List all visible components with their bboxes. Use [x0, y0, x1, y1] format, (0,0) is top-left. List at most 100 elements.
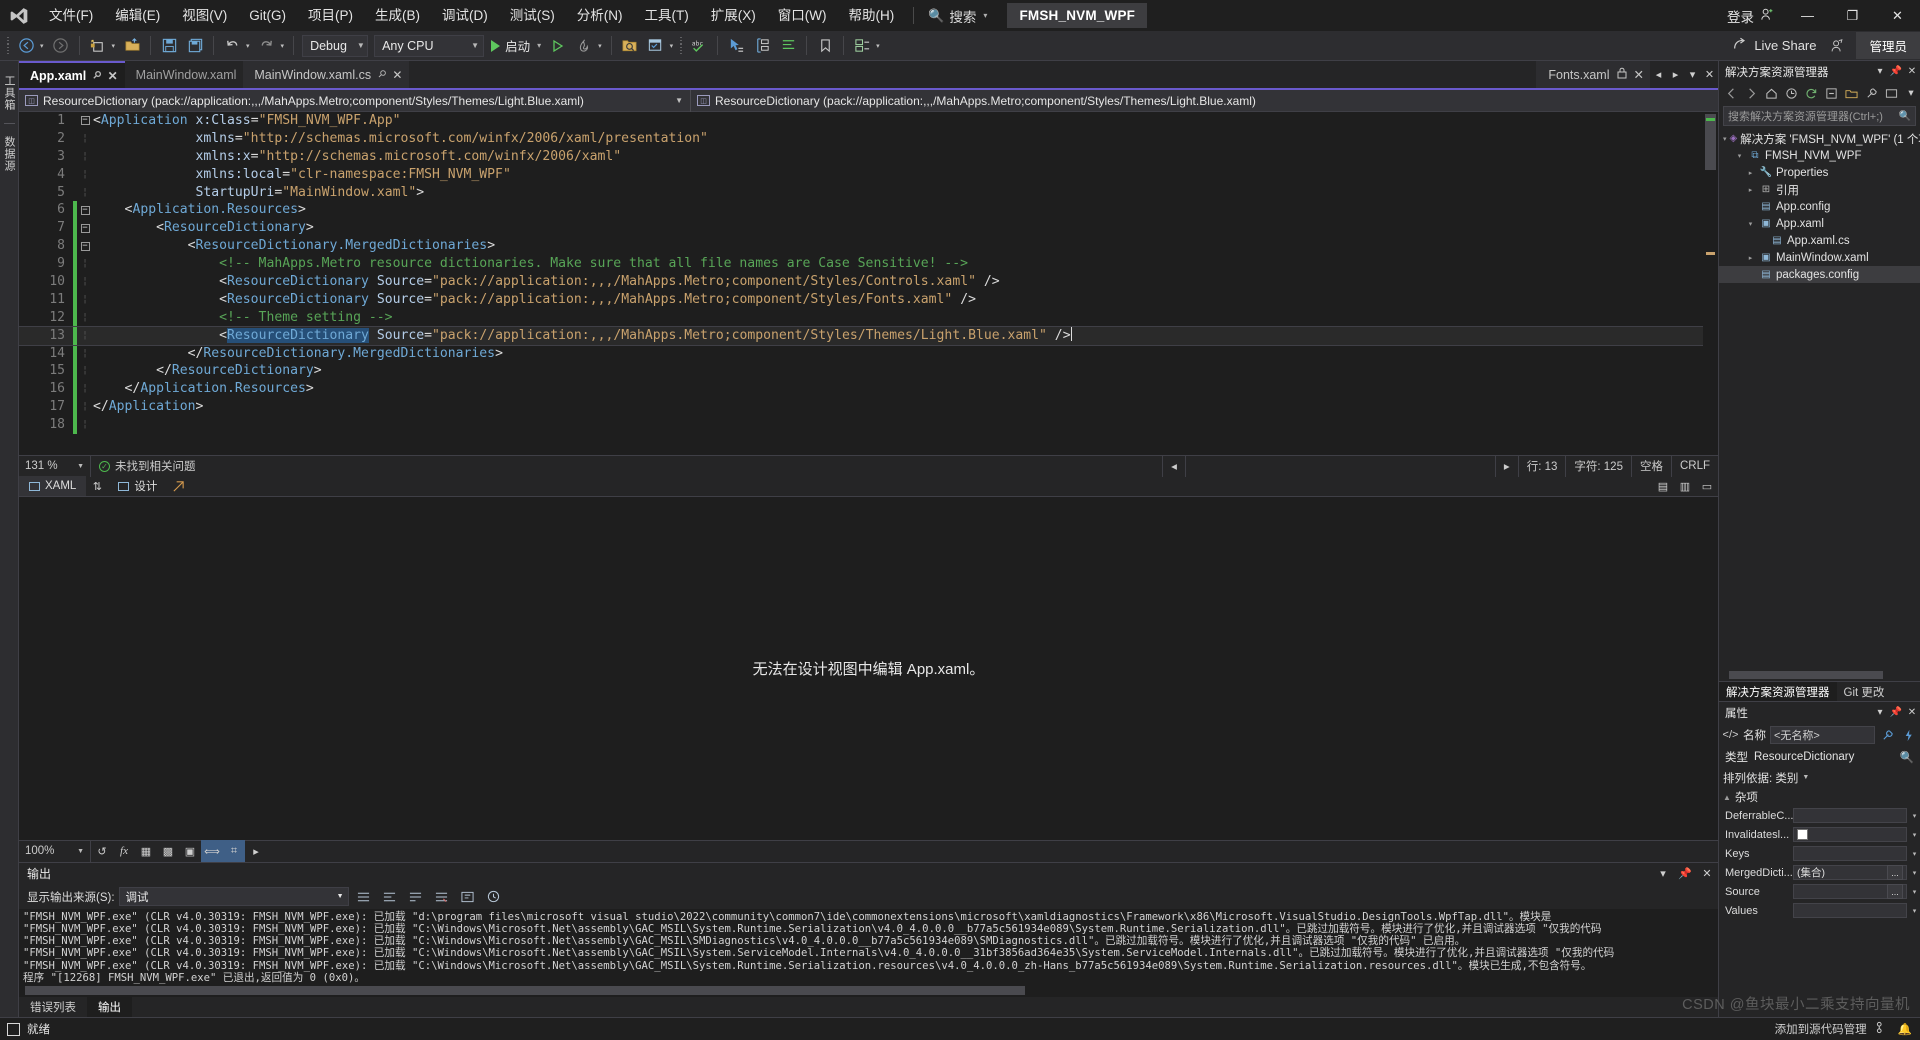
- property-row[interactable]: Keys ▾: [1719, 844, 1920, 863]
- property-dropdown-icon[interactable]: ▾: [1909, 907, 1920, 915]
- twisty-icon[interactable]: ▾: [1745, 220, 1756, 228]
- fold-toggle[interactable]: −: [77, 205, 93, 215]
- show-grid-button[interactable]: ▦: [135, 840, 157, 862]
- pin-icon[interactable]: ⚲: [90, 69, 103, 82]
- find-in-files-button[interactable]: [618, 34, 642, 58]
- output-text[interactable]: "FMSH_NVM_WPF.exe" (CLR v4.0.30319: FMSH…: [19, 908, 1718, 984]
- property-row[interactable]: Invalidatesl... ▾: [1719, 825, 1920, 844]
- next-issue-button[interactable]: ▸: [1494, 455, 1518, 478]
- tree-node-packages-config[interactable]: ▤ packages.config: [1719, 266, 1920, 283]
- output-horizontal-scrollbar[interactable]: [19, 984, 1718, 997]
- open-file-button[interactable]: [120, 34, 144, 58]
- editor-vertical-scrollbar[interactable]: [1703, 112, 1718, 455]
- property-dropdown-icon[interactable]: ▾: [1909, 888, 1920, 896]
- code-line[interactable]: 2 ¦ xmlns="http://schemas.microsoft.com/w…: [19, 130, 1718, 148]
- hot-reload-button[interactable]: [572, 34, 596, 58]
- code-line[interactable]: 5 ¦ StartupUri="MainWindow.xaml">: [19, 184, 1718, 202]
- code-editor[interactable]: 1− <Application x:Class="FMSH_NVM_WPF.App…: [19, 112, 1718, 455]
- output-list-button-2[interactable]: [379, 886, 401, 908]
- property-dropdown-icon[interactable]: ▾: [1909, 831, 1920, 839]
- navigate-backward-button[interactable]: [14, 34, 38, 58]
- menu-file[interactable]: 文件(F): [38, 0, 104, 31]
- start-without-debug-button[interactable]: [546, 34, 570, 58]
- code-line[interactable]: 18 ¦: [19, 416, 1718, 435]
- tab-xaml-view[interactable]: XAML: [19, 476, 87, 497]
- code-line[interactable]: 7 − <ResourceDictionary>: [19, 219, 1718, 238]
- line-ending-indicator[interactable]: CRLF: [1670, 455, 1718, 478]
- navigate-backward-dropdown[interactable]: ▾: [39, 34, 48, 58]
- designer-zoom-control[interactable]: 100% ▼: [19, 840, 91, 863]
- preview-selected-items-button[interactable]: [1882, 84, 1900, 102]
- fold-toggle[interactable]: −: [77, 223, 93, 233]
- properties-wrench-icon[interactable]: [1879, 726, 1896, 744]
- property-row[interactable]: Values ▾: [1719, 901, 1920, 920]
- tab-error-list[interactable]: 错误列表: [19, 997, 87, 1017]
- tab-app-xaml[interactable]: App.xaml ⚲ ✕: [19, 61, 125, 88]
- menu-view[interactable]: 视图(V): [171, 0, 238, 31]
- property-value[interactable]: [1793, 846, 1907, 861]
- back-button[interactable]: [1722, 84, 1740, 102]
- code-line[interactable]: 8 − <ResourceDictionary.MergedDictionarie…: [19, 237, 1718, 256]
- twisty-icon[interactable]: ▾: [1723, 135, 1727, 143]
- open-in-blend-button[interactable]: [167, 476, 189, 496]
- solution-name-chip[interactable]: FMSH_NVM_WPF: [1007, 3, 1148, 28]
- expand-all-button[interactable]: [850, 34, 874, 58]
- collapse-pane-button[interactable]: ▭: [1696, 476, 1718, 496]
- output-source-combo[interactable]: 调试 ▼: [118, 887, 349, 907]
- spellcheck-button[interactable]: abc: [687, 34, 711, 58]
- code-line[interactable]: 15 ¦ </ResourceDictionary>: [19, 362, 1718, 381]
- solution-explorer-hscrollbar[interactable]: [1719, 669, 1920, 681]
- fold-toggle[interactable]: −: [77, 241, 93, 251]
- scrollbar-thumb[interactable]: [1705, 114, 1716, 170]
- pending-changes-filter-button[interactable]: [1782, 84, 1800, 102]
- solution-hscroll-thumb[interactable]: [1729, 671, 1883, 679]
- tree-node-app-xaml-cs[interactable]: ▤ App.xaml.cs: [1719, 232, 1920, 249]
- output-pin-button[interactable]: 📌: [1674, 863, 1696, 885]
- start-debug-button[interactable]: 启动 ▾: [487, 34, 545, 58]
- output-dropdown-button[interactable]: ▾: [1652, 863, 1674, 885]
- toolbar-grip[interactable]: [4, 36, 13, 56]
- close-icon[interactable]: ✕: [392, 68, 402, 82]
- property-ellipsis-button[interactable]: ...: [1887, 884, 1903, 899]
- code-line[interactable]: 16 ¦ </Application.Resources>: [19, 380, 1718, 399]
- code-line[interactable]: 11 ¦ <ResourceDictionary Source="pack://a…: [19, 290, 1718, 309]
- designer-more-button[interactable]: ▸: [245, 840, 267, 862]
- property-dropdown-icon[interactable]: ▾: [1909, 869, 1920, 877]
- properties-close-button[interactable]: ✕: [1904, 702, 1920, 723]
- forward-button[interactable]: [1742, 84, 1760, 102]
- properties-sort-toolbar[interactable]: 排列依据: 类别 ▼: [1719, 767, 1920, 788]
- code-line[interactable]: 12 ¦ <!-- Theme setting -->: [19, 308, 1718, 327]
- tree-node-app-config[interactable]: ▤ App.config: [1719, 198, 1920, 215]
- snap-to-gridlines-button[interactable]: ⟺: [201, 840, 223, 863]
- tab-close-button[interactable]: ✕: [1701, 61, 1718, 88]
- rail-item-toolbox[interactable]: 工具箱: [1, 69, 17, 117]
- code-line[interactable]: 1 − <Application x:Class="FMSH_NVM_WPF.App…: [19, 112, 1718, 130]
- property-row[interactable]: MergedDicti... (集合)... ▾: [1719, 863, 1920, 882]
- editor-issues-status[interactable]: ✓ 未找到相关问题: [91, 458, 204, 474]
- solution-explorer-search[interactable]: 搜索解决方案资源管理器(Ctrl+;) 🔍: [1723, 106, 1916, 126]
- property-row[interactable]: DeferrableC... ▾: [1719, 806, 1920, 825]
- properties-search-icon[interactable]: 🔍: [1900, 750, 1920, 764]
- source-control-icon[interactable]: [1876, 1021, 1889, 1037]
- redo-dropdown[interactable]: ▾: [280, 34, 289, 58]
- twisty-icon[interactable]: ▸: [1745, 254, 1756, 262]
- solution-tree[interactable]: ▾◈解决方案 'FMSH_NVM_WPF' (1 个项目)▾⧉FMSH_NVM_…: [1719, 128, 1920, 669]
- tab-scroll-left-button[interactable]: ◂: [1650, 61, 1667, 88]
- menu-analyze[interactable]: 分析(N): [566, 0, 634, 31]
- editor-zoom-control[interactable]: 131 % ▼: [19, 455, 91, 478]
- code-line[interactable]: 10 ¦ <ResourceDictionary Source="pack://a…: [19, 273, 1718, 291]
- pointer-select-button[interactable]: [724, 34, 748, 58]
- output-hscroll-thumb[interactable]: [25, 986, 1025, 995]
- property-value[interactable]: (集合)...: [1793, 865, 1907, 880]
- close-icon[interactable]: ✕: [108, 69, 118, 83]
- minimize-button[interactable]: —: [1785, 0, 1830, 31]
- navigate-forward-button[interactable]: [49, 34, 73, 58]
- tree-node--[interactable]: ▸ ⊞ 引用: [1719, 181, 1920, 198]
- collapse-all-button[interactable]: [1822, 84, 1840, 102]
- live-share-button[interactable]: Live Share: [1724, 33, 1824, 59]
- property-checkbox[interactable]: [1797, 829, 1808, 840]
- undo-dropdown[interactable]: ▾: [245, 34, 254, 58]
- properties-rows[interactable]: DeferrableC... ▾ Invalidatesl... ▾ Keys ▾ Merg…: [1719, 806, 1920, 1017]
- split-vertical-button[interactable]: ▥: [1674, 476, 1696, 496]
- menu-window[interactable]: 窗口(W): [767, 0, 838, 31]
